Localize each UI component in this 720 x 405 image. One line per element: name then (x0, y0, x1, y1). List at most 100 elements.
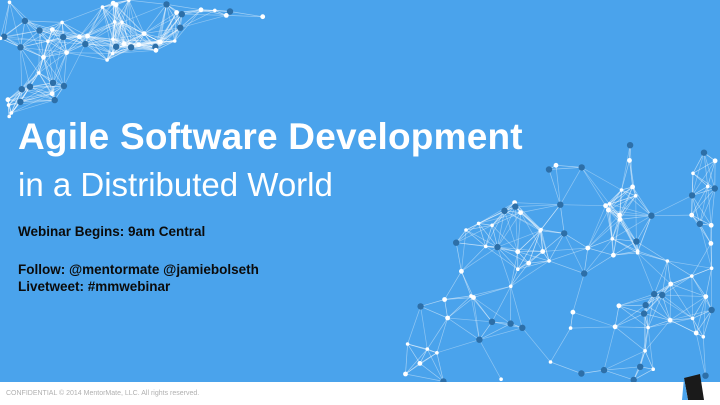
top-left-network-node (49, 79, 57, 87)
mentormate-logo-icon (682, 374, 704, 400)
bottom-right-network-node (476, 336, 483, 343)
top-left-network-node (6, 103, 11, 107)
bottom-right-network-node (607, 202, 612, 206)
bottom-right-network-link (548, 167, 582, 170)
top-left-network-node (49, 91, 55, 97)
bottom-right-network-link (550, 361, 582, 374)
bottom-right-network-node (708, 241, 714, 246)
bottom-right-network-link (479, 339, 502, 380)
bottom-right-network-node (637, 363, 644, 370)
bottom-right-network-node (633, 238, 640, 245)
top-left-network-link (128, 0, 167, 5)
bottom-right-network-link (559, 204, 565, 234)
top-left-network-node (260, 14, 266, 20)
bottom-right-network-node (616, 303, 622, 309)
top-left-network-link (66, 52, 108, 61)
livetweet-hashtag: Livetweet: #mmwebinar (18, 279, 171, 294)
follow-handles: Follow: @mentormate @jamiebolseth (18, 262, 259, 277)
bottom-right-network-link (705, 268, 712, 297)
bottom-right-network-node (665, 259, 670, 263)
bottom-right-network-link (667, 260, 712, 269)
top-left-network-link (181, 13, 227, 16)
top-left-network-link (66, 52, 113, 54)
top-left-network-link (9, 1, 40, 31)
bottom-right-network-node (501, 207, 508, 214)
bottom-right-network-node (711, 185, 718, 192)
top-left-network-node (136, 42, 142, 47)
bottom-right-network-link (427, 317, 448, 350)
confidential-notice: CONFIDENTIAL © 2014 MentorMate, LLC. All… (6, 390, 200, 397)
bottom-right-network-link (405, 343, 408, 375)
bottom-right-network-link (581, 167, 610, 205)
bottom-right-network-node (703, 294, 709, 299)
bottom-right-network-link (510, 262, 529, 287)
bottom-right-network-node (417, 361, 423, 366)
bottom-right-network-node (435, 351, 439, 355)
bottom-right-network-node (690, 274, 694, 278)
top-left-network-node (113, 43, 120, 50)
top-left-network-node (37, 71, 41, 75)
bottom-right-network-link (636, 215, 652, 242)
bottom-right-network-link (651, 195, 693, 217)
bottom-right-network-link (455, 223, 479, 243)
bottom-right-network-node (540, 249, 546, 254)
bottom-right-network-node (509, 284, 513, 289)
bottom-right-network-link (447, 297, 474, 319)
bottom-right-network-link (517, 251, 543, 270)
webinar-start-time: Webinar Begins: 9am Central (18, 224, 206, 239)
top-left-network-link (20, 47, 23, 90)
bottom-right-network-link (691, 195, 712, 226)
bottom-right-network-node (700, 149, 708, 156)
slide-footer: CONFIDENTIAL © 2014 MentorMate, LLC. All… (0, 382, 720, 405)
bottom-right-network-link (436, 339, 480, 354)
bottom-right-network-node (464, 228, 468, 232)
top-left-network-node (7, 0, 12, 4)
bottom-right-network-link (619, 214, 638, 253)
bottom-right-network-node (690, 316, 695, 321)
bottom-right-network-link (615, 326, 649, 328)
bottom-right-network-link (470, 295, 480, 340)
slide-title: Agile Software Development (18, 116, 523, 157)
bottom-right-network-node (499, 377, 503, 382)
top-left-network-node (105, 58, 109, 62)
bottom-right-network-node (494, 243, 501, 251)
bottom-right-network-node (453, 239, 460, 246)
bottom-right-network-node (705, 184, 710, 189)
bottom-right-network-link (542, 247, 588, 252)
bottom-right-network-link (555, 164, 582, 168)
bottom-right-network-link (699, 223, 712, 269)
bottom-right-network-node (519, 324, 526, 331)
top-left-network-node (21, 17, 29, 25)
bottom-right-network-node (417, 303, 424, 310)
bottom-right-network-link (691, 276, 693, 319)
bottom-right-network-link (710, 188, 716, 226)
bottom-right-network-link (699, 223, 712, 244)
bottom-right-network-link (637, 252, 655, 295)
top-left-network-node (153, 47, 159, 53)
bottom-right-network-link (491, 321, 523, 329)
bottom-right-network-node (557, 201, 564, 208)
bottom-right-network-link (587, 205, 606, 249)
top-left-network-node (177, 24, 184, 31)
top-left-network-node (36, 27, 43, 34)
bottom-right-network-node (610, 237, 615, 241)
bottom-right-network-node (445, 315, 450, 321)
bottom-right-network-link (587, 247, 614, 256)
bottom-right-network-node (643, 349, 647, 353)
bottom-right-network-link (691, 188, 716, 216)
slide-background: Agile Software Development in a Distribu… (0, 0, 720, 382)
bottom-right-network-node (708, 222, 714, 228)
bottom-right-network-link (670, 283, 706, 297)
bottom-right-network-link (581, 369, 605, 374)
bottom-right-network-node (611, 252, 616, 258)
bottom-right-network-node (483, 244, 488, 249)
bottom-right-network-node (691, 171, 695, 176)
bottom-right-network-node (512, 203, 519, 210)
bottom-right-network-link (651, 214, 692, 217)
bottom-right-network-node (659, 291, 666, 299)
bottom-right-network-node (712, 158, 718, 164)
bottom-right-network-node (606, 207, 611, 213)
bottom-right-network-node (648, 212, 655, 219)
bottom-right-network-node (646, 325, 650, 330)
bottom-right-network-link (691, 275, 707, 297)
